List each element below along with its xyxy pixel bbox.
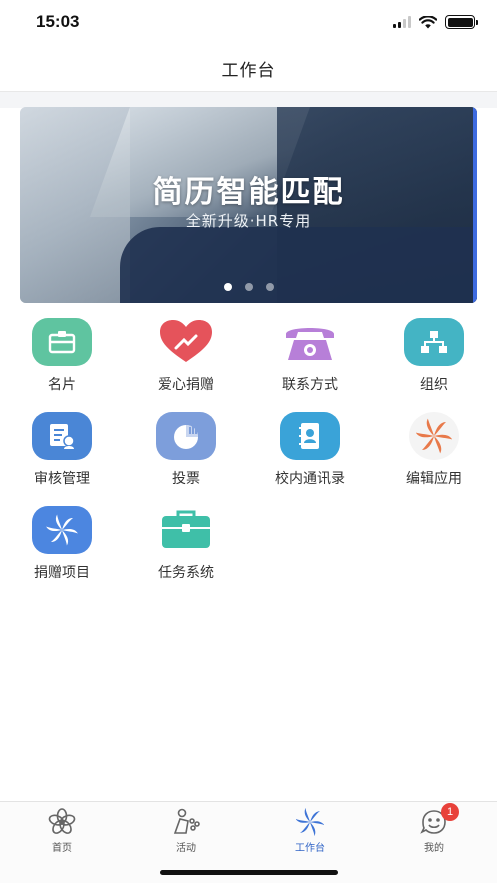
app-love-donation[interactable]: 爱心捐赠: [124, 318, 248, 410]
profile-face-icon: 1: [417, 803, 459, 838]
pinwheel-icon: [409, 412, 459, 460]
status-bar: 15:03: [0, 0, 497, 46]
banner-arm-shape: [120, 227, 477, 303]
status-icons: [393, 15, 478, 29]
app-label: 校内通讯录: [275, 471, 345, 487]
battery-icon: [445, 15, 478, 29]
status-time: 15:03: [36, 12, 80, 31]
tab-label: 首页: [52, 843, 72, 854]
app-audit-management[interactable]: 审核管理: [0, 412, 124, 504]
heart-donation-icon: [156, 318, 216, 366]
app-contact[interactable]: 联系方式: [248, 318, 372, 410]
app-label: 组织: [420, 377, 448, 393]
tab-mine[interactable]: 1 我的: [372, 803, 496, 854]
business-card-icon: [32, 318, 92, 366]
home-indicator[interactable]: [160, 870, 338, 875]
banner-title: 简历智能匹配: [152, 175, 345, 210]
app-label: 爱心捐赠: [158, 377, 214, 393]
tab-label: 我的: [424, 843, 444, 854]
banner-pagination: [20, 283, 477, 291]
telephone-icon: [280, 318, 340, 366]
tab-activity[interactable]: 活动: [124, 806, 248, 854]
vote-chart-icon: [156, 412, 216, 460]
tab-label: 工作台: [295, 843, 325, 854]
pagination-dot-active[interactable]: [223, 283, 232, 291]
pinwheel-blue-icon: [32, 506, 92, 554]
org-chart-icon: [404, 318, 464, 366]
app-donation-projects[interactable]: 捐赠项目: [0, 506, 124, 598]
home-flower-icon: [45, 806, 79, 838]
tab-home[interactable]: 首页: [0, 806, 124, 854]
header-divider-band: [0, 92, 497, 108]
app-label: 任务系统: [158, 565, 214, 581]
app-label: 投票: [172, 471, 200, 487]
page-title: 工作台: [221, 61, 276, 81]
app-business-card[interactable]: 名片: [0, 318, 124, 410]
audit-icon: [32, 412, 92, 460]
promo-banner[interactable]: 简历智能匹配 全新升级·HR专用: [20, 107, 477, 303]
workbench-pinwheel-icon: [293, 806, 327, 838]
activity-people-icon: [169, 806, 203, 838]
wifi-icon: [419, 15, 437, 28]
app-label: 联系方式: [282, 377, 338, 393]
app-label: 编辑应用: [406, 471, 462, 487]
nav-header: 工作台: [0, 46, 497, 92]
pagination-dot[interactable]: [244, 283, 253, 291]
tab-workbench[interactable]: 工作台: [248, 806, 372, 854]
app-organization[interactable]: 组织: [372, 318, 496, 410]
briefcase-icon: [156, 506, 216, 554]
cellular-signal-icon: [393, 16, 411, 28]
app-label: 审核管理: [34, 471, 90, 487]
banner-subtitle: 全新升级·HR专用: [185, 212, 312, 230]
app-vote[interactable]: 投票: [124, 412, 248, 504]
notification-badge: 1: [441, 803, 459, 821]
app-edit-apps[interactable]: 编辑应用: [372, 412, 496, 504]
app-campus-directory[interactable]: 校内通讯录: [248, 412, 372, 504]
app-label: 名片: [48, 377, 76, 393]
app-task-system[interactable]: 任务系统: [124, 506, 248, 598]
address-book-icon: [280, 412, 340, 460]
pagination-dot[interactable]: [265, 283, 274, 291]
app-label: 捐赠项目: [34, 565, 90, 581]
tab-label: 活动: [176, 843, 196, 854]
